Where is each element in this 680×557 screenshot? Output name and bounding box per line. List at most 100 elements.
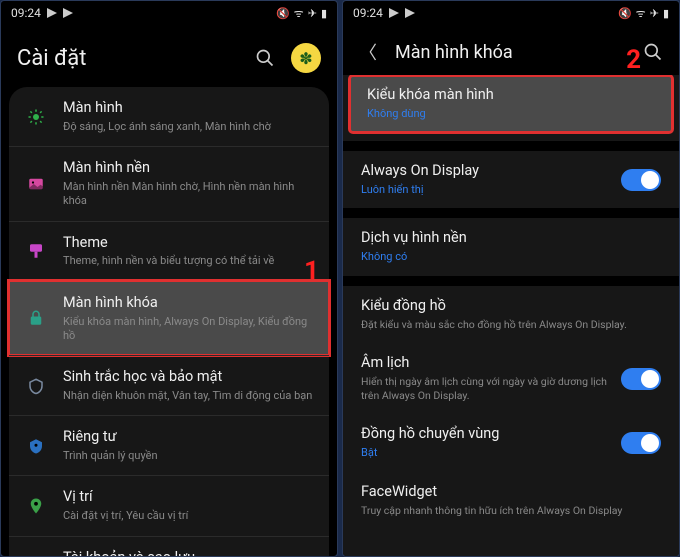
lockscreen-option[interactable]: Always On Display Luôn hiển thị — [343, 151, 679, 209]
row-subtitle: Theme, hình nền và biểu tượng có thể tải… — [63, 254, 315, 268]
play-icon — [47, 8, 57, 18]
row-text: Màn hình Độ sáng, Lọc ánh sáng xanh, Màn … — [63, 99, 315, 134]
toggle-switch[interactable] — [621, 432, 661, 454]
option-text: Kiểu khóa màn hìnhKhông dùng — [367, 86, 655, 122]
option-text: Đồng hồ chuyển vùng Bật — [361, 425, 621, 461]
page-title: Màn hình khóa — [395, 42, 643, 63]
theme-icon — [23, 238, 49, 264]
option-title: Kiểu đồng hồ — [361, 297, 661, 316]
lockscreen-option[interactable]: Kiểu đồng hồ Đặt kiểu và màu sắc cho đồng… — [343, 286, 679, 343]
volume-mute-icon: 🔇 — [276, 7, 290, 20]
section-divider — [343, 276, 679, 286]
row-title: Màn hình — [63, 99, 315, 118]
settings-row-brightness[interactable]: Màn hình Độ sáng, Lọc ánh sáng xanh, Màn … — [9, 87, 329, 146]
privacy-icon — [23, 433, 49, 459]
lock-icon — [23, 305, 49, 331]
lockscreen-option[interactable]: Âm lịch Hiển thị ngày âm lịch cùng với ng… — [343, 343, 679, 414]
row-title: Vị trí — [63, 488, 315, 507]
option-subtitle: Không dùng — [367, 107, 655, 122]
option-title: Đồng hồ chuyển vùng — [361, 425, 621, 444]
status-time: 09:24 — [353, 6, 383, 20]
wallpaper-icon — [23, 171, 49, 197]
settings-list: Màn hình Độ sáng, Lọc ánh sáng xanh, Màn … — [1, 87, 337, 556]
lockscreen-option[interactable]: Dịch vụ hình nền Không có — [343, 218, 679, 276]
status-icons-right: 🔇 ᯤ ✈ ▮ — [276, 6, 327, 21]
option-text: Always On Display Luôn hiển thị — [361, 162, 621, 198]
settings-row-biometrics[interactable]: Sinh trắc học và bảo mật Nhận diện khuôn … — [9, 355, 329, 415]
wifi-icon: ᯤ — [636, 6, 646, 21]
row-subtitle: Màn hình nền Màn hình chờ, Hình nền màn … — [63, 180, 315, 209]
profile-avatar[interactable] — [291, 43, 321, 73]
option-subtitle: Đặt kiểu và màu sắc cho đồng hồ trên Alw… — [361, 318, 661, 332]
row-subtitle: Nhận diện khuôn mặt, Vân tay, Tìm di độn… — [63, 389, 315, 403]
header: Cài đặt — [1, 25, 337, 87]
row-title: Sinh trắc học và bảo mật — [63, 368, 315, 387]
volume-mute-icon: 🔇 — [618, 7, 632, 20]
lockscreen-settings-screen: 09:24 🔇 ᯤ ✈ ▮ 〈 Màn hình khóa 2 Kiểu khó… — [342, 0, 680, 557]
accounts-icon — [23, 553, 49, 556]
toggle-switch[interactable] — [621, 169, 661, 191]
status-time: 09:24 — [11, 6, 41, 20]
option-text: Dịch vụ hình nền Không có — [361, 229, 661, 265]
battery-icon: ▮ — [321, 7, 327, 20]
play-icon — [405, 8, 415, 18]
option-subtitle: Luôn hiển thị — [361, 183, 621, 198]
row-text: Sinh trắc học và bảo mật Nhận diện khuôn … — [63, 368, 315, 403]
row-title: Theme — [63, 234, 315, 253]
option-title: Âm lịch — [361, 354, 621, 373]
option-text: Kiểu đồng hồ Đặt kiểu và màu sắc cho đồng… — [361, 297, 661, 332]
status-bar: 09:24 🔇 ᯤ ✈ ▮ — [343, 1, 679, 25]
row-title: Riêng tư — [63, 428, 315, 447]
play-icon — [63, 8, 73, 18]
lockscreen-option[interactable]: Đồng hồ chuyển vùng Bật — [343, 414, 679, 472]
status-bar: 09:24 🔇 ᯤ ✈ ▮ — [1, 1, 337, 25]
settings-row-wallpaper[interactable]: Màn hình nền Màn hình nền Màn hình chờ, H… — [9, 146, 329, 220]
biometrics-icon — [23, 373, 49, 399]
toggle-switch[interactable] — [621, 368, 661, 390]
annotation-badge-1: 1 — [304, 256, 319, 286]
row-title: Màn hình khóa — [63, 294, 315, 313]
wifi-icon: ᯤ — [294, 6, 304, 21]
settings-row-accounts[interactable]: Tài khoản và sao lưuSamsung Cloud, Smart… — [9, 536, 329, 556]
row-title: Tài khoản và sao lưu — [63, 549, 315, 556]
lockscreen-option[interactable]: FaceWidget Truy cập nhanh thông tin hữu í… — [343, 472, 679, 529]
settings-row-location[interactable]: Vị tríCài đặt vị trí, Yêu cầu vị trí — [9, 475, 329, 535]
option-subtitle: Bật — [361, 446, 621, 461]
option-text: FaceWidget Truy cập nhanh thông tin hữu í… — [361, 483, 661, 518]
airplane-icon: ✈ — [650, 7, 659, 20]
header: 〈 Màn hình khóa 2 — [343, 25, 679, 75]
section-divider — [343, 141, 679, 151]
option-text: Âm lịch Hiển thị ngày âm lịch cùng với ng… — [361, 354, 621, 403]
location-icon — [23, 493, 49, 519]
search-icon[interactable] — [643, 42, 663, 62]
option-subtitle: Hiển thị ngày âm lịch cùng với ngày và g… — [361, 375, 621, 403]
back-icon[interactable]: 〈 — [359, 39, 377, 65]
row-text: Vị tríCài đặt vị trí, Yêu cầu vị trí — [63, 488, 315, 523]
airplane-icon: ✈ — [308, 7, 317, 20]
play-icon — [389, 8, 399, 18]
settings-main-screen: 09:24 🔇 ᯤ ✈ ▮ Cài đặt Màn hình Độ sáng, L… — [0, 0, 338, 557]
settings-row-lock[interactable]: Màn hình khóa Kiểu khóa màn hình, Always … — [9, 281, 329, 355]
option-subtitle: Truy cập nhanh thông tin hữu ích trên Al… — [361, 504, 661, 518]
lockscreen-option[interactable]: Kiểu khóa màn hìnhKhông dùng — [349, 75, 673, 133]
brightness-icon — [23, 104, 49, 130]
settings-row-privacy[interactable]: Riêng tư Trình quản lý quyền — [9, 415, 329, 475]
row-text: Riêng tư Trình quản lý quyền — [63, 428, 315, 463]
row-subtitle: Kiểu khóa màn hình, Always On Display, K… — [63, 315, 315, 344]
row-text: Tài khoản và sao lưuSamsung Cloud, Smart… — [63, 549, 315, 556]
row-subtitle: Trình quản lý quyền — [63, 449, 315, 463]
row-text: Màn hình khóa Kiểu khóa màn hình, Always … — [63, 294, 315, 343]
settings-row-theme[interactable]: ThemeTheme, hình nền và biểu tượng có th… — [9, 221, 329, 281]
page-title: Cài đặt — [17, 46, 255, 71]
option-title: Dịch vụ hình nền — [361, 229, 661, 248]
option-title: FaceWidget — [361, 483, 661, 502]
row-text: Màn hình nền Màn hình nền Màn hình chờ, H… — [63, 159, 315, 208]
status-icons-right: 🔇 ᯤ ✈ ▮ — [618, 6, 669, 21]
section-divider — [343, 208, 679, 218]
search-icon[interactable] — [255, 48, 275, 68]
option-title: Always On Display — [361, 162, 621, 181]
row-subtitle: Độ sáng, Lọc ánh sáng xanh, Màn hình chờ — [63, 120, 315, 134]
row-title: Màn hình nền — [63, 159, 315, 178]
battery-icon: ▮ — [663, 7, 669, 20]
option-subtitle: Không có — [361, 250, 661, 265]
